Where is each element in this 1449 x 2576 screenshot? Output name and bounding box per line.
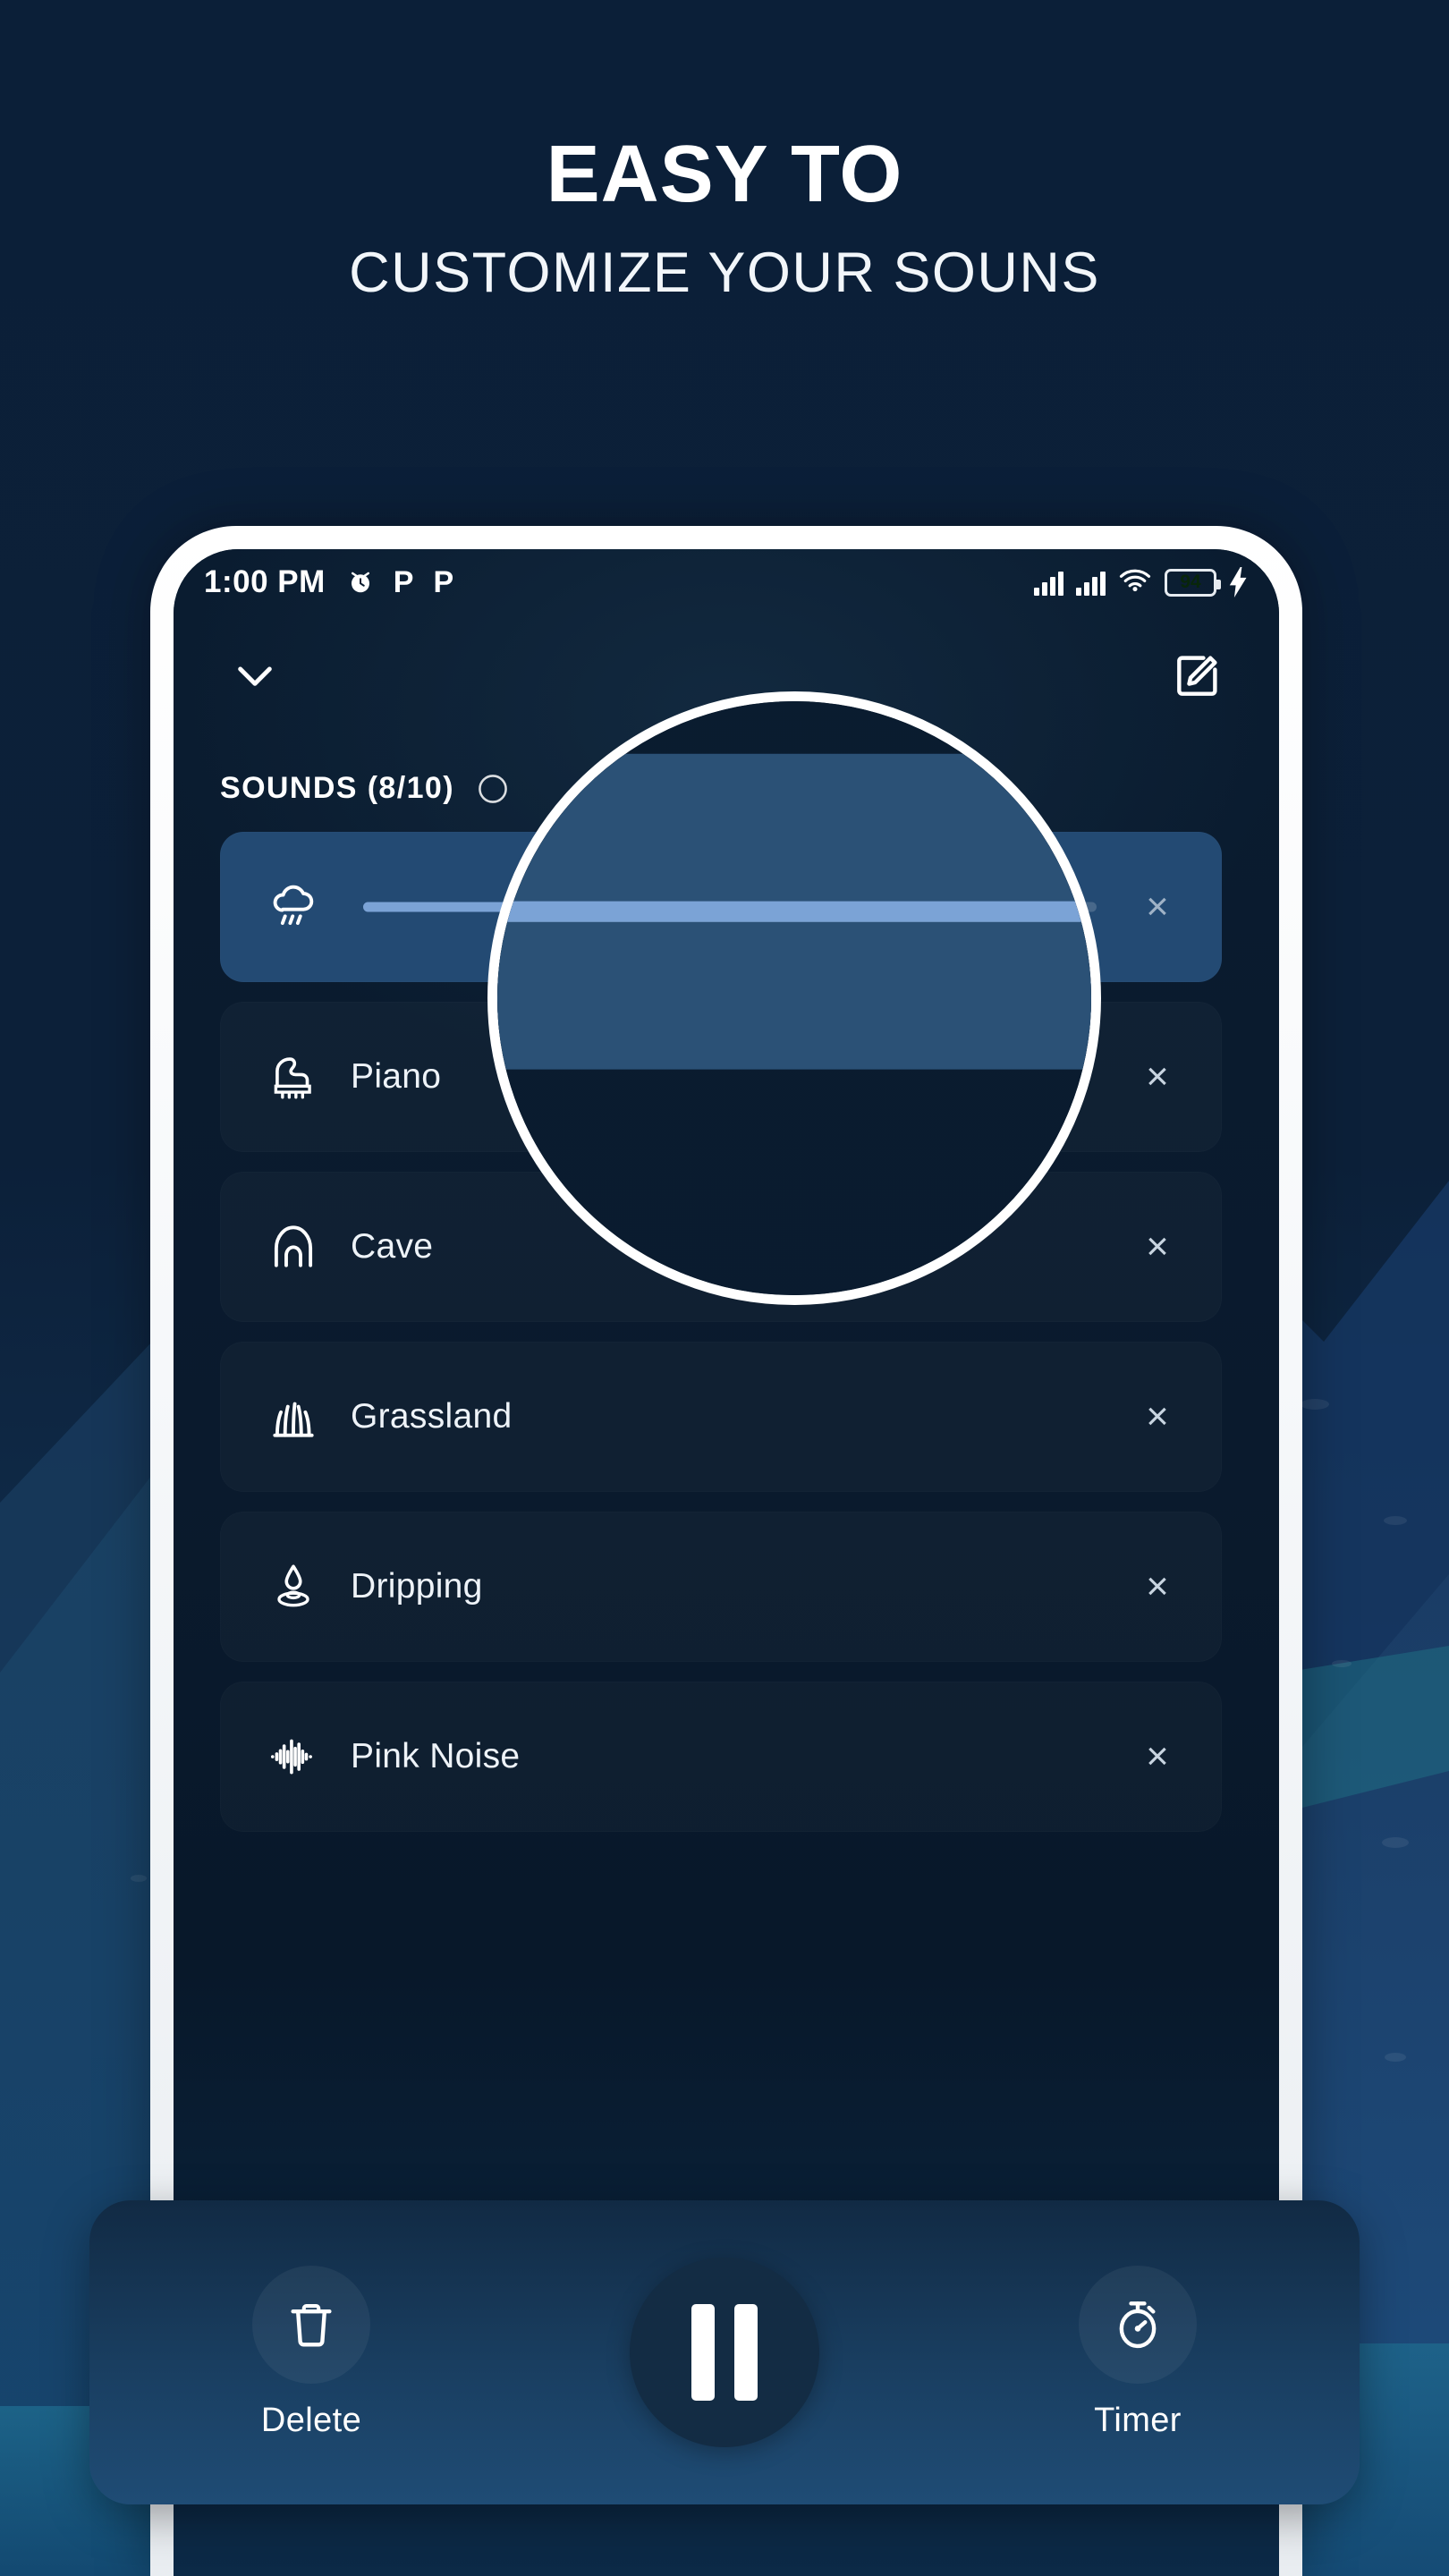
status-bar: 1:00 PM P P 94: [174, 549, 1279, 615]
delete-button[interactable]: Delete: [186, 2265, 436, 2440]
sound-row-dripping[interactable]: Dripping ×: [220, 1512, 1222, 1662]
alarm-icon: [351, 572, 369, 593]
trash-icon: [291, 2303, 332, 2346]
timer-icon-circle: [1079, 2265, 1197, 2384]
wifi-icon: [1119, 569, 1151, 592]
remove-sound-button-rain[interactable]: ×: [1132, 882, 1182, 932]
battery-level-text: 94: [1180, 572, 1201, 592]
remove-sound-button-grassland[interactable]: ×: [1132, 1392, 1182, 1442]
sound-label-piano: Piano: [351, 1057, 442, 1096]
app-badge-icon-1: P: [393, 565, 414, 599]
headline-line-2: CUSTOMIZE YOUR SOUNS: [349, 242, 1100, 304]
status-bar-notification-icons: P P: [347, 567, 453, 597]
signal-bars-icon-1: [1034, 569, 1063, 596]
magnified-slider-fill: [497, 901, 1091, 922]
promo-headline: EASY TO CUSTOMIZE YOUR SOUNS: [0, 134, 1449, 301]
remove-sound-button-cave[interactable]: ×: [1132, 1222, 1182, 1272]
status-bar-time: 1:00 PM: [204, 564, 326, 599]
remove-sound-button-piano[interactable]: ×: [1132, 1052, 1182, 1102]
app-badge-icon-2: P: [433, 565, 454, 599]
remove-sound-button-dripping[interactable]: ×: [1132, 1562, 1182, 1612]
grass-icon: [259, 1389, 327, 1445]
timer-button[interactable]: Timer: [1013, 2265, 1263, 2440]
stopwatch-icon: [1119, 2301, 1157, 2348]
remove-sound-button-pink-noise[interactable]: ×: [1132, 1732, 1182, 1782]
piano-icon: [259, 1049, 327, 1105]
edit-mix-button[interactable]: [1163, 640, 1233, 710]
cave-icon: [259, 1219, 327, 1275]
magnifier-lens: [487, 691, 1101, 1305]
playback-control-bar: Delete Timer: [89, 2200, 1360, 2504]
chevron-down-icon: [238, 666, 272, 686]
sounds-section-label: SOUNDS (8/10): [220, 771, 454, 805]
sound-label-pink-noise: Pink Noise: [351, 1737, 521, 1775]
headline-line-1: EASY TO: [546, 130, 903, 219]
battery-icon: 94: [1165, 568, 1221, 597]
rain-cloud-icon: [259, 879, 327, 935]
sounds-section-title: SOUNDS (8/10): [220, 771, 510, 806]
magnifier-content: [497, 701, 1091, 1295]
edit-compose-icon: [1177, 656, 1217, 696]
sound-label-dripping: Dripping: [351, 1567, 483, 1606]
play-pause-button[interactable]: [630, 2258, 819, 2447]
signal-bars-icon-2: [1076, 569, 1106, 596]
delete-icon-circle: [252, 2265, 370, 2384]
sound-row-grassland[interactable]: Grassland ×: [220, 1342, 1222, 1492]
pause-icon: [691, 2304, 758, 2401]
collapse-button[interactable]: [220, 640, 290, 710]
delete-label: Delete: [260, 2401, 362, 2439]
status-bar-system-icons: 94: [1034, 567, 1249, 597]
sound-label-grassland: Grassland: [351, 1397, 513, 1436]
magnified-rain-row: [497, 753, 1091, 1070]
sound-label-cave: Cave: [351, 1227, 434, 1266]
water-drop-icon: [259, 1559, 327, 1614]
sound-row-pink-noise[interactable]: Pink Noise ×: [220, 1682, 1222, 1832]
lightning-bolt-icon: [1229, 567, 1247, 597]
timer-label: Timer: [1094, 2401, 1182, 2439]
waveform-icon: [259, 1729, 327, 1784]
